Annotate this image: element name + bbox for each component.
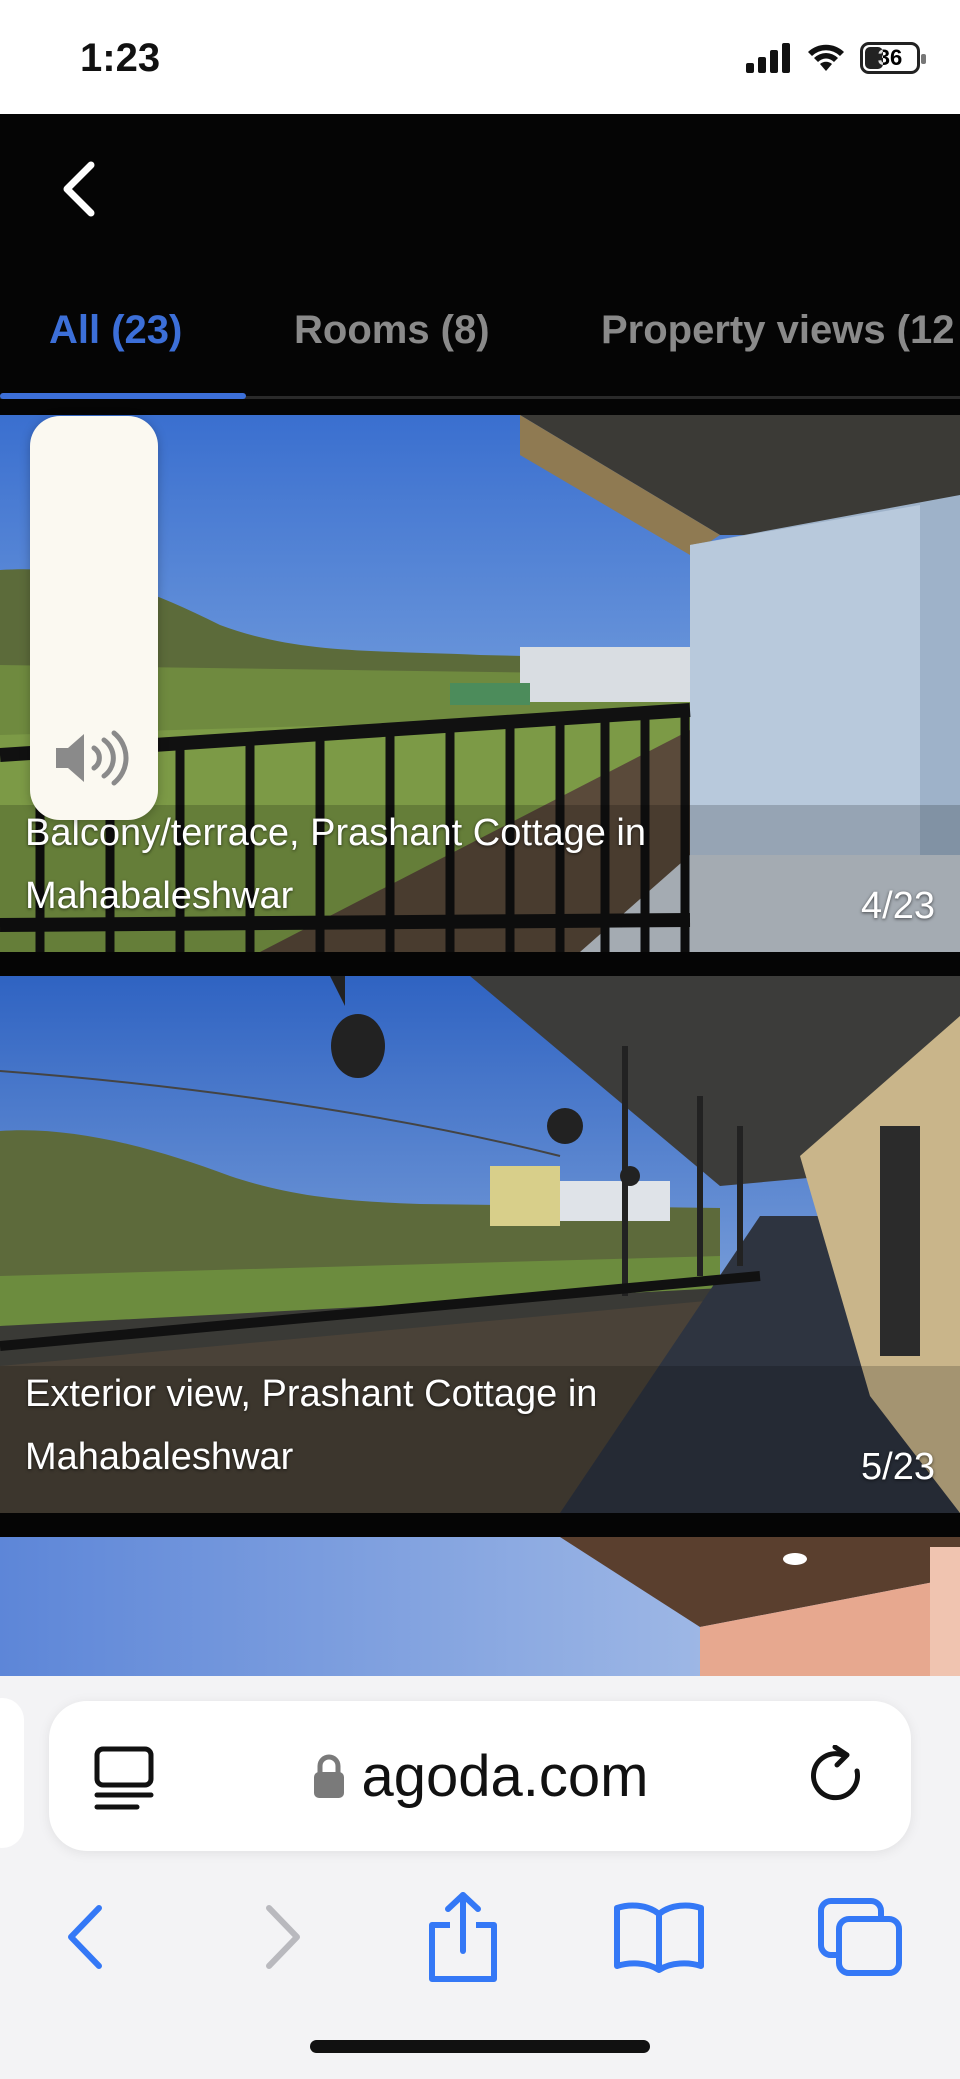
lock-icon [313, 1754, 344, 1798]
previous-tab-preview[interactable] [0, 1698, 24, 1848]
volume-indicator [30, 416, 158, 820]
address-display[interactable]: agoda.com [49, 1701, 911, 1851]
wifi-icon [808, 44, 844, 71]
partial-photo [0, 1537, 960, 1676]
browser-back-button[interactable] [30, 1882, 140, 1992]
share-icon [429, 1892, 497, 1982]
gallery-photo[interactable]: Exterior view, Prashant Cottage in Mahab… [0, 976, 960, 1513]
status-bar: 1:23 36 [0, 0, 960, 114]
tab-selected-indicator [0, 393, 246, 399]
speaker-icon [56, 730, 129, 786]
bookmarks-icon [614, 1902, 704, 1973]
address-text: agoda.com [361, 1743, 649, 1809]
battery-icon: 36 [860, 42, 926, 74]
bookmarks-button[interactable] [604, 1882, 714, 1992]
photo-category-tabs: All (23) Rooms (8) Property views (12 [0, 284, 960, 399]
status-icons: 36 [746, 42, 926, 74]
forward-icon [266, 1905, 300, 1969]
back-icon [68, 1905, 102, 1969]
photo-counter: 4/23 [861, 885, 935, 927]
chevron-left-icon [63, 161, 95, 217]
status-time: 1:23 [80, 36, 161, 80]
browser-forward-button[interactable] [228, 1882, 338, 1992]
photo-caption: Exterior view, Prashant Cottage in Mahab… [25, 1373, 598, 1478]
address-bar[interactable]: agoda.com [49, 1701, 911, 1851]
reload-icon[interactable] [809, 1745, 869, 1809]
photo-counter: 5/23 [861, 1446, 935, 1488]
tabs-button[interactable] [805, 1882, 915, 1992]
home-indicator[interactable] [310, 2040, 650, 2053]
share-button[interactable] [408, 1882, 518, 1992]
gallery-photo[interactable] [0, 1537, 960, 1676]
tab-all[interactable]: All (23) [49, 308, 182, 353]
browser-toolbar [0, 1882, 960, 2002]
browser-bottom-bar: agoda.com [0, 1676, 960, 2079]
tab-property-views[interactable]: Property views (12 [601, 308, 955, 353]
photo-caption: Balcony/terrace, Prashant Cottage in Mah… [25, 812, 647, 917]
back-button[interactable] [44, 154, 114, 224]
battery-level: 36 [877, 45, 903, 70]
tab-rooms[interactable]: Rooms (8) [294, 308, 490, 353]
photo-gallery: All (23) Rooms (8) Property views (12 Ba… [0, 114, 960, 1676]
cellular-signal-icon [746, 43, 790, 73]
tabs-icon [818, 1898, 902, 1976]
